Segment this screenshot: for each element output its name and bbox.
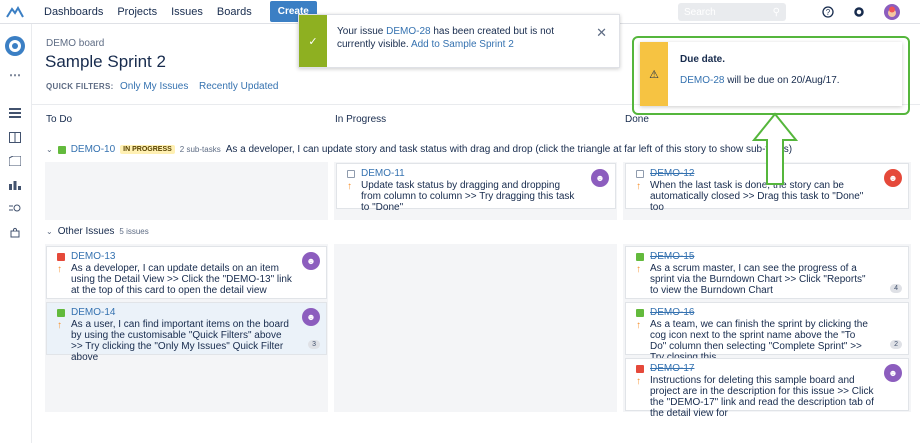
settings-gear-icon[interactable] <box>851 4 867 20</box>
issue-key-link[interactable]: DEMO-14 <box>71 307 115 318</box>
nav-issues[interactable]: Issues <box>171 6 203 18</box>
story-icon <box>636 309 644 317</box>
issue-summary: Instructions for deleting this sample bo… <box>650 375 874 419</box>
issue-key-link[interactable]: DEMO-16 <box>650 307 694 318</box>
priority-high-icon: ↑ <box>636 320 641 331</box>
search-icon: ⚲ <box>772 6 780 18</box>
priority-high-icon: ↑ <box>636 376 641 387</box>
issue-card[interactable]: DEMO-17 ↑ Instructions for deleting this… <box>625 358 909 419</box>
search-placeholder: Search <box>684 6 716 18</box>
bug-icon <box>636 365 644 373</box>
swimlane-issue-key[interactable]: DEMO-10 <box>71 144 115 155</box>
todo-column-story <box>45 162 328 220</box>
add-to-sprint-link[interactable]: Add to Sample Sprint 2 <box>411 39 514 50</box>
swimlane-summary: As a developer, I can update story and t… <box>225 144 793 155</box>
column-header-in-progress: In Progress <box>335 114 387 125</box>
flag-message: Your issue DEMO-28 has been created but … <box>327 15 597 67</box>
story-points-badge: 3 <box>308 340 320 349</box>
issue-created-flag: ✓ Your issue DEMO-28 has been created bu… <box>298 14 620 68</box>
swimlane-header-other[interactable]: ⌄ Other Issues 5 issues <box>46 226 149 237</box>
nav-boards[interactable]: Boards <box>217 6 252 18</box>
highlight-outline <box>632 36 910 115</box>
help-icon[interactable]: ? <box>820 4 836 20</box>
active-sprint-icon[interactable] <box>7 130 23 144</box>
more-icon[interactable]: ⋯ <box>7 68 23 82</box>
bug-icon <box>57 253 65 261</box>
swimlane-label: Other Issues <box>57 226 115 237</box>
subtask-count: 2 sub-tasks <box>179 145 221 154</box>
assignee-avatar: ☻ <box>884 364 902 382</box>
issue-summary: Update task status by dragging and dropp… <box>361 180 575 213</box>
releases-icon[interactable] <box>7 154 23 168</box>
chevron-down-icon[interactable]: ⌄ <box>46 145 53 154</box>
subtask-icon <box>636 170 644 178</box>
issue-count: 5 issues <box>119 227 149 236</box>
status-badge: IN PROGRESS <box>120 145 175 154</box>
issue-card[interactable]: DEMO-14 ↑ As a user, I can find importan… <box>46 302 327 363</box>
issue-key-link[interactable]: DEMO-17 <box>650 363 694 374</box>
quick-filter-recently-updated[interactable]: Recently Updated <box>199 81 279 92</box>
issue-key-link[interactable]: DEMO-15 <box>650 251 694 262</box>
priority-high-icon: ↑ <box>57 320 62 331</box>
svg-text:?: ? <box>826 8 831 17</box>
issues-search-icon[interactable] <box>7 202 23 216</box>
priority-high-icon: ↑ <box>57 264 62 275</box>
issue-card[interactable]: DEMO-13 ↑ As a developer, I can update d… <box>46 246 327 299</box>
user-avatar[interactable] <box>884 4 900 20</box>
column-header-todo: To Do <box>46 114 73 125</box>
flag-text-before: Your issue <box>337 26 387 37</box>
quick-filter-only-my-issues[interactable]: Only My Issues <box>120 81 188 92</box>
assignee-avatar: ☻ <box>591 169 609 187</box>
search-input[interactable]: Search ⚲ <box>678 3 786 21</box>
reports-icon[interactable] <box>7 178 23 192</box>
assignee-avatar: ☻ <box>302 252 320 270</box>
project-sidebar: ⋯ <box>0 24 32 443</box>
story-points-badge: 2 <box>890 340 902 349</box>
nav-dashboards[interactable]: Dashboards <box>44 6 103 18</box>
priority-high-icon: ↑ <box>347 181 352 192</box>
annotation-arrow-icon <box>751 112 799 185</box>
story-icon <box>636 253 644 261</box>
add-ons-puzzle-icon[interactable] <box>7 226 23 240</box>
issue-summary: As a user, I can find important items on… <box>71 319 289 363</box>
issue-summary: As a developer, I can update details on … <box>71 263 292 296</box>
issue-key-link[interactable]: DEMO-12 <box>650 168 694 179</box>
story-points-badge: 4 <box>890 284 902 293</box>
subtask-icon <box>347 170 355 178</box>
priority-high-icon: ↑ <box>636 264 641 275</box>
nav-projects[interactable]: Projects <box>117 6 157 18</box>
breadcrumb[interactable]: DEMO board <box>46 38 104 49</box>
issue-summary: As a scrum master, I can see the progres… <box>650 263 866 296</box>
page-title: Sample Sprint 2 <box>45 52 166 71</box>
assignee-avatar: ☻ <box>884 169 902 187</box>
project-avatar[interactable] <box>5 36 25 56</box>
column-header-done: Done <box>625 114 649 125</box>
issue-card[interactable]: DEMO-15 ↑ As a scrum master, I can see t… <box>625 246 909 299</box>
assignee-avatar: ☻ <box>302 308 320 326</box>
created-issue-link[interactable]: DEMO-28 <box>386 26 430 37</box>
priority-high-icon: ↑ <box>636 181 641 192</box>
swimlane-header-story[interactable]: ⌄ DEMO-10 IN PROGRESS 2 sub-tasks As a d… <box>46 144 792 155</box>
issue-summary: As a team, we can finish the sprint by c… <box>650 319 868 363</box>
chevron-down-icon[interactable]: ⌄ <box>46 227 53 236</box>
quick-filters-label: QUICK FILTERS: <box>46 82 114 91</box>
issue-card[interactable]: DEMO-11 ↑ Update task status by dragging… <box>336 163 616 213</box>
close-icon[interactable]: ✕ <box>596 25 607 41</box>
backlog-icon[interactable] <box>7 106 23 120</box>
issue-key-link[interactable]: DEMO-11 <box>361 168 405 179</box>
in-progress-column <box>334 244 617 412</box>
issue-card[interactable]: DEMO-16 ↑ As a team, we can finish the s… <box>625 302 909 363</box>
story-icon <box>57 145 66 154</box>
issue-key-link[interactable]: DEMO-13 <box>71 251 115 262</box>
checkmark-icon: ✓ <box>299 15 327 67</box>
story-icon <box>57 309 65 317</box>
jira-logo-icon[interactable] <box>0 0 30 24</box>
